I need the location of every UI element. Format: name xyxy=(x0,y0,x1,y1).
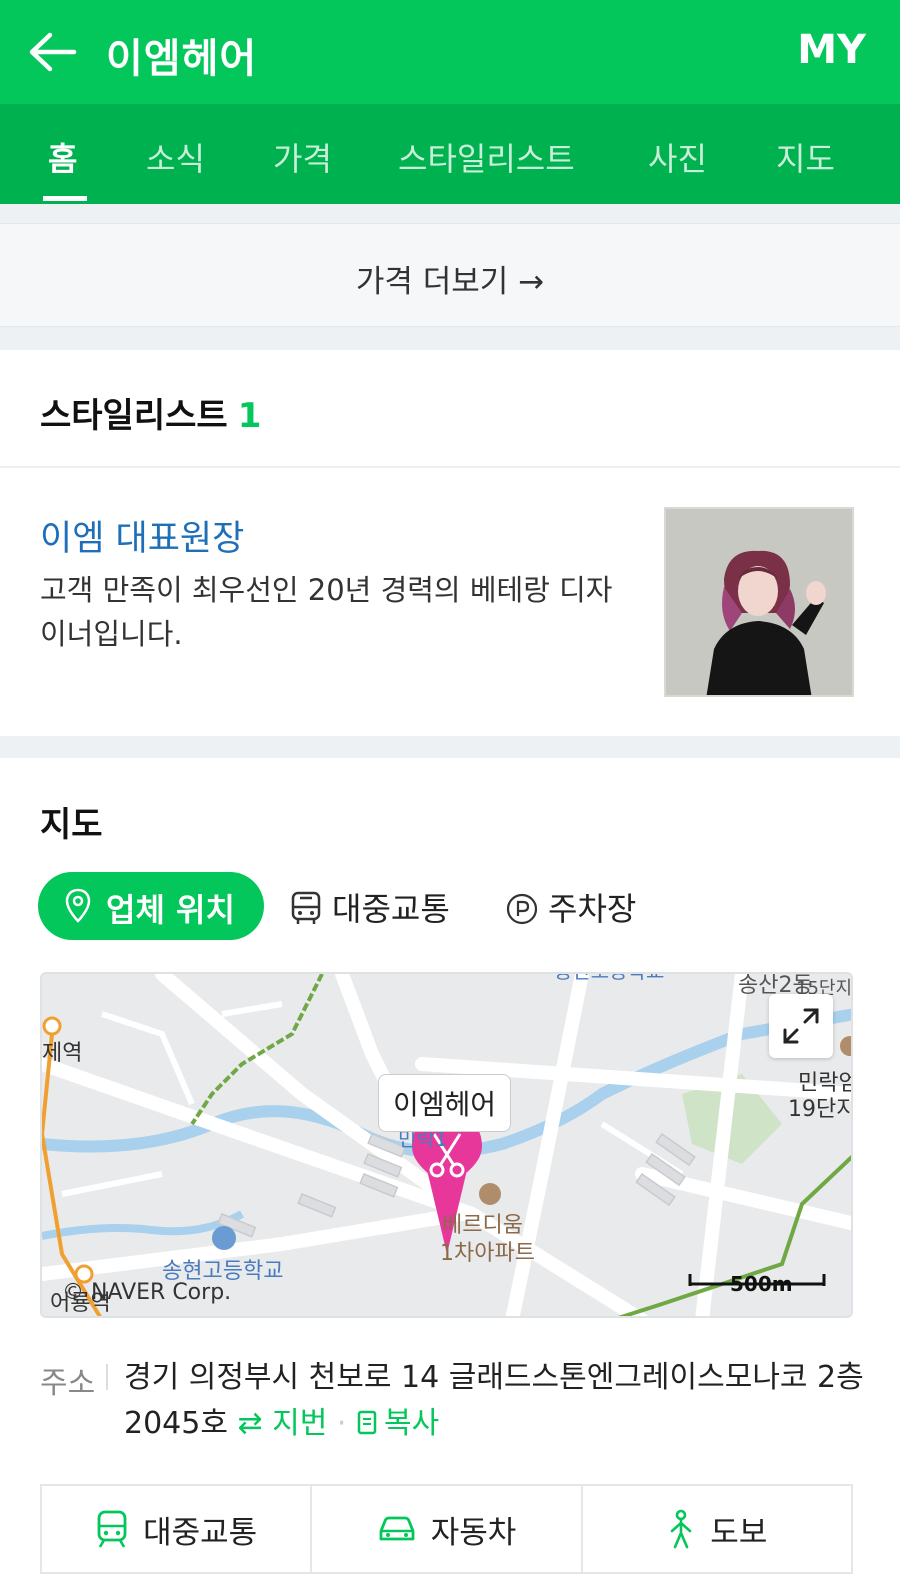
my-button[interactable]: MY xyxy=(797,27,866,73)
map-scale-label: 500m xyxy=(730,1272,793,1296)
parking-filter-label: 주차장 xyxy=(548,890,637,928)
map-label-apt2: 1차아파트 xyxy=(440,1241,535,1266)
map-section-title: 지도 xyxy=(40,805,103,845)
map-label-right-mid: 민락엄 xyxy=(798,1071,853,1096)
price-more-label: 가격 더보기 → xyxy=(355,264,545,300)
tab-photo[interactable]: 사진 xyxy=(648,134,707,180)
jibun-link[interactable]: ⇄ 지번 xyxy=(238,1406,328,1441)
route-car-label: 자동차 xyxy=(430,1514,517,1551)
address-label: 주소 xyxy=(40,1366,96,1401)
tab-price[interactable]: 가격 xyxy=(273,134,332,180)
train-icon xyxy=(97,1510,127,1548)
location-filter-label: 업체 위치 xyxy=(106,891,235,929)
route-button-row: 대중교통 자동차 도보 xyxy=(40,1484,853,1574)
section-gap xyxy=(0,204,900,223)
tab-map[interactable]: 지도 xyxy=(776,134,835,180)
address-dot: · xyxy=(336,1406,347,1441)
address-separator xyxy=(106,1364,108,1390)
map-label-top-school: 송산초등학교 xyxy=(554,974,664,983)
address-block: 경기 의정부시 천보로 14 글래드스톤엔그레이스모나코 2층 2045호 ⇄ … xyxy=(124,1355,864,1447)
address-text: 경기 의정부시 천보로 14 글래드스톤엔그레이스모나코 2층 2045호 xyxy=(124,1360,864,1441)
back-button[interactable] xyxy=(26,28,78,76)
route-walk-button[interactable]: 도보 xyxy=(583,1486,851,1572)
map-expand-button[interactable] xyxy=(769,994,833,1058)
parking-filter-button[interactable]: 주차장 xyxy=(506,884,636,930)
arrow-left-icon xyxy=(29,32,77,72)
tab-home[interactable]: 홈 xyxy=(48,134,77,180)
active-tab-indicator xyxy=(43,196,87,201)
location-filter-button[interactable]: 업체 위치 xyxy=(38,872,264,940)
map-label-station-left: 제역 xyxy=(42,1041,82,1066)
divider xyxy=(0,466,900,468)
copy-address-button[interactable]: 복사 xyxy=(356,1406,439,1441)
map-label-right-mid2: 19단지 xyxy=(788,1097,853,1122)
car-icon xyxy=(379,1516,415,1541)
transit-filter-label: 대중교통 xyxy=(332,890,450,928)
route-car-button[interactable]: 자동차 xyxy=(312,1486,583,1572)
section-gap xyxy=(0,327,900,350)
stylist-section-title: 스타일리스트 1 xyxy=(40,388,261,437)
map-canvas: 송현고등학교 베르디움 1차아파트 민락1 제역 어룡역 송산2동 15단지 민… xyxy=(42,974,853,1316)
stylist-name[interactable]: 이엠 대표원장 xyxy=(40,510,244,561)
tab-stylist[interactable]: 스타일리스트 xyxy=(398,134,575,180)
transit-filter-button[interactable]: 대중교통 xyxy=(290,884,450,930)
map-view[interactable]: 송현고등학교 베르디움 1차아파트 민락1 제역 어룡역 송산2동 15단지 민… xyxy=(40,972,853,1318)
walking-person-icon xyxy=(670,1509,692,1549)
map-pin-label[interactable]: 이엠헤어 xyxy=(378,1074,512,1132)
route-transit-label: 대중교통 xyxy=(143,1514,258,1551)
price-more-button[interactable]: 가격 더보기 → xyxy=(0,223,900,327)
section-gap xyxy=(0,736,900,758)
parking-icon xyxy=(506,893,538,925)
location-pin-icon xyxy=(65,888,91,923)
tab-news[interactable]: 소식 xyxy=(146,134,205,180)
stylist-section-label: 스타일리스트 xyxy=(40,396,228,436)
route-transit-button[interactable]: 대중교통 xyxy=(42,1486,313,1572)
bus-icon xyxy=(291,891,321,924)
stylist-description: 고객 만족이 최우선인 20년 경력의 베테랑 디자이너입니다. xyxy=(40,573,613,651)
app-header: 이엠헤어 MY xyxy=(0,0,900,104)
page-title: 이엠헤어 xyxy=(106,36,258,82)
tab-bar: 홈 소식 가격 스타일리스트 사진 지도 xyxy=(0,104,900,204)
map-label-apt: 베르디움 xyxy=(442,1213,523,1238)
stylist-count: 1 xyxy=(237,396,262,436)
copy-icon xyxy=(357,1410,377,1435)
stylist-photo[interactable] xyxy=(664,507,854,697)
copy-label: 복사 xyxy=(384,1406,440,1441)
map-credit: © NAVER Corp. xyxy=(62,1280,232,1305)
route-walk-label: 도보 xyxy=(710,1514,768,1551)
expand-icon xyxy=(783,1008,819,1044)
